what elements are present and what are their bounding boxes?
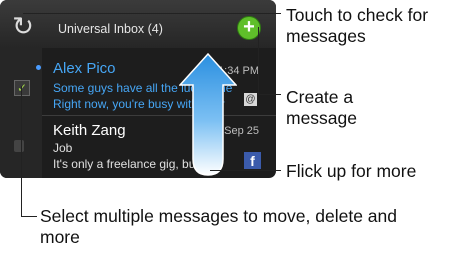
callout-flick: Flick up for more	[286, 161, 417, 181]
leader-line-compose-h	[258, 94, 281, 95]
list-item[interactable]: Alex Pico 1:34 PM Some guys have all the…	[36, 52, 276, 116]
at-icon: @	[244, 93, 257, 106]
unread-dot-icon	[36, 65, 41, 70]
callout-select: Select multiple messages to move, delete…	[40, 206, 397, 247]
leader-line-flick	[210, 170, 281, 171]
sender-name: Alex Pico	[53, 60, 116, 77]
up-arrow-icon[interactable]	[179, 53, 237, 177]
leader-line-compose	[258, 27, 259, 94]
sync-icon[interactable]: ↻	[9, 12, 37, 40]
leader-line-select-h	[21, 216, 37, 217]
phone-screen: ↻ Universal Inbox (4) + ✓ Alex Pico 1:34…	[0, 0, 276, 178]
sender-name: Keith Zang	[53, 122, 126, 139]
leader-line-sync	[23, 13, 281, 14]
inbox-title: Universal Inbox (4)	[58, 22, 163, 36]
grip-icon	[14, 140, 24, 152]
message-subject: Job	[53, 141, 73, 155]
top-bar: ↻ Universal Inbox (4) +	[0, 0, 276, 48]
callout-check: Touch to check for messages	[286, 5, 429, 46]
callout-create: Create a message	[286, 87, 358, 128]
leader-line-select-v	[21, 86, 22, 216]
select-checkbox[interactable]: ✓	[14, 80, 30, 96]
list-item[interactable]: Keith Zang Sep 25 Job It's only a freela…	[42, 116, 276, 178]
facebook-icon: f	[244, 152, 261, 169]
